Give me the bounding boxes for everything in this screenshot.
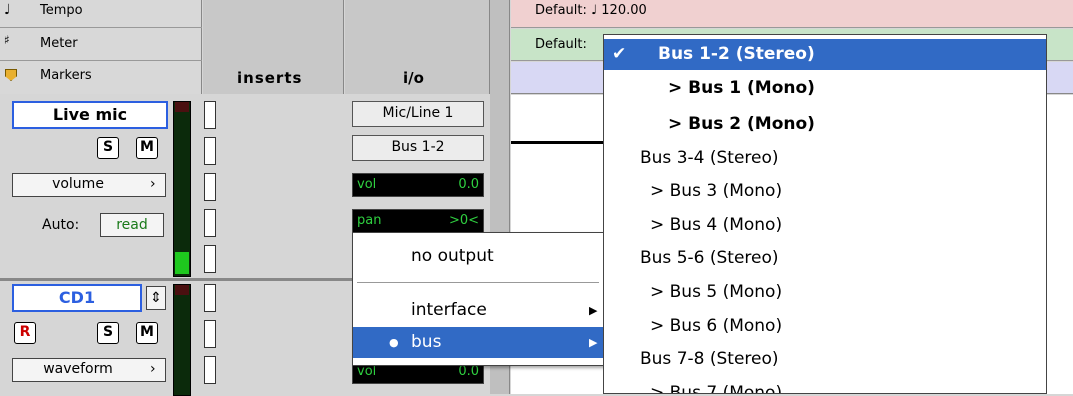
insert-slot[interactable] bbox=[204, 320, 216, 348]
menu-item-bus-5-6[interactable]: Bus 5-6 (Stereo) bbox=[604, 243, 1046, 274]
automation-label: Auto: bbox=[42, 217, 80, 233]
track1-timeline-line bbox=[511, 141, 611, 144]
meter-icon: ♯ bbox=[4, 33, 10, 47]
meter-level bbox=[175, 252, 189, 274]
level-meter bbox=[173, 284, 191, 396]
menu-item-interface[interactable]: interface ▶ bbox=[353, 295, 603, 326]
tempo-ruler-row[interactable]: ♩ Tempo bbox=[0, 0, 202, 28]
menu-item-bus-7[interactable]: > Bus 7 (Mono) bbox=[604, 378, 1046, 393]
insert-slot[interactable] bbox=[204, 284, 216, 312]
view-selector[interactable]: waveform › bbox=[12, 358, 166, 382]
markers-label: Markers bbox=[40, 68, 92, 83]
insert-slot[interactable] bbox=[204, 137, 216, 165]
volume-label: vol bbox=[357, 364, 377, 379]
submenu-arrow-icon: ▶ bbox=[589, 336, 598, 349]
record-button[interactable]: R bbox=[14, 322, 36, 344]
output-selector[interactable]: Bus 1-2 bbox=[352, 135, 484, 161]
tempo-ruler[interactable]: Default: ♩ 120.00 bbox=[511, 0, 1073, 28]
mute-button[interactable]: M bbox=[136, 322, 158, 344]
bus-submenu: ✔ Bus 1-2 (Stereo) > Bus 1 (Mono) > Bus … bbox=[603, 34, 1047, 394]
menu-item-bus-6[interactable]: > Bus 6 (Mono) bbox=[604, 311, 1046, 342]
insert-slot-column bbox=[204, 101, 216, 275]
pan-value: >0< bbox=[448, 213, 479, 228]
marker-icon bbox=[5, 69, 17, 81]
insert-slot[interactable] bbox=[204, 209, 216, 237]
tempo-default: Default: ♩ 120.00 bbox=[535, 3, 647, 18]
track-menu-button[interactable]: ⇕ bbox=[146, 286, 166, 310]
solo-button[interactable]: S bbox=[97, 137, 119, 159]
menu-item-bus-1[interactable]: > Bus 1 (Mono) bbox=[604, 73, 1046, 104]
meter-default: Default: bbox=[535, 37, 587, 52]
solo-button[interactable]: S bbox=[97, 322, 119, 344]
chevron-right-icon: › bbox=[150, 176, 156, 192]
insert-slot[interactable] bbox=[204, 101, 216, 129]
inserts-header-label: inserts bbox=[237, 69, 303, 87]
level-meter bbox=[173, 101, 191, 277]
automation-mode-button[interactable]: read bbox=[100, 213, 164, 237]
output-popup-menu: no output interface ▶ ● bus ▶ bbox=[352, 232, 604, 366]
menu-item-bus-1-2[interactable]: ✔ Bus 1-2 (Stereo) bbox=[604, 39, 1046, 70]
volume-readout[interactable]: vol 0.0 bbox=[352, 173, 484, 197]
ruler-labels: ♩ Tempo ♯ Meter Markers bbox=[0, 0, 202, 94]
insert-slot[interactable] bbox=[204, 356, 216, 384]
menu-item-bus[interactable]: ● bus ▶ bbox=[353, 327, 603, 358]
view-selector[interactable]: volume › bbox=[12, 173, 166, 197]
insert-slot[interactable] bbox=[204, 245, 216, 273]
menu-separator bbox=[357, 282, 599, 283]
menu-item-bus-7-8[interactable]: Bus 7-8 (Stereo) bbox=[604, 344, 1046, 375]
menu-item-bus-2[interactable]: > Bus 2 (Mono) bbox=[604, 109, 1046, 140]
menu-item-bus-3[interactable]: > Bus 3 (Mono) bbox=[604, 176, 1046, 207]
view-selector-label: waveform bbox=[43, 361, 113, 377]
view-selector-label: volume bbox=[52, 176, 104, 192]
updown-icon: ⇕ bbox=[150, 290, 162, 306]
markers-ruler-row[interactable]: Markers bbox=[0, 62, 202, 94]
track-name-live-mic[interactable]: Live mic bbox=[12, 101, 168, 129]
chevron-right-icon: › bbox=[150, 361, 156, 377]
meter-label: Meter bbox=[40, 36, 78, 51]
submenu-arrow-icon: ▶ bbox=[589, 304, 598, 317]
io-header-label: i/o bbox=[403, 69, 424, 87]
tempo-icon: ♩ bbox=[4, 2, 11, 18]
mute-button[interactable]: M bbox=[136, 137, 158, 159]
io-column-header: i/o bbox=[345, 0, 490, 94]
menu-item-bus-5[interactable]: > Bus 5 (Mono) bbox=[604, 277, 1046, 308]
selected-dot-icon: ● bbox=[389, 336, 399, 349]
track-name-cd1[interactable]: CD1 bbox=[12, 284, 142, 312]
inserts-column-header: inserts bbox=[203, 0, 344, 94]
tempo-label: Tempo bbox=[40, 3, 83, 18]
pan-readout[interactable]: pan >0< bbox=[352, 209, 484, 233]
menu-item-no-output[interactable]: no output bbox=[353, 241, 603, 272]
menu-item-bus-3-4[interactable]: Bus 3-4 (Stereo) bbox=[604, 143, 1046, 174]
volume-label: vol bbox=[357, 177, 377, 192]
insert-slot[interactable] bbox=[204, 173, 216, 201]
menu-item-bus-4[interactable]: > Bus 4 (Mono) bbox=[604, 210, 1046, 241]
meter-ruler-row[interactable]: ♯ Meter bbox=[0, 29, 202, 61]
checkmark-icon: ✔ bbox=[612, 44, 627, 64]
pan-label: pan bbox=[357, 213, 382, 228]
volume-value: 0.0 bbox=[458, 177, 479, 192]
input-selector[interactable]: Mic/Line 1 bbox=[352, 101, 484, 127]
